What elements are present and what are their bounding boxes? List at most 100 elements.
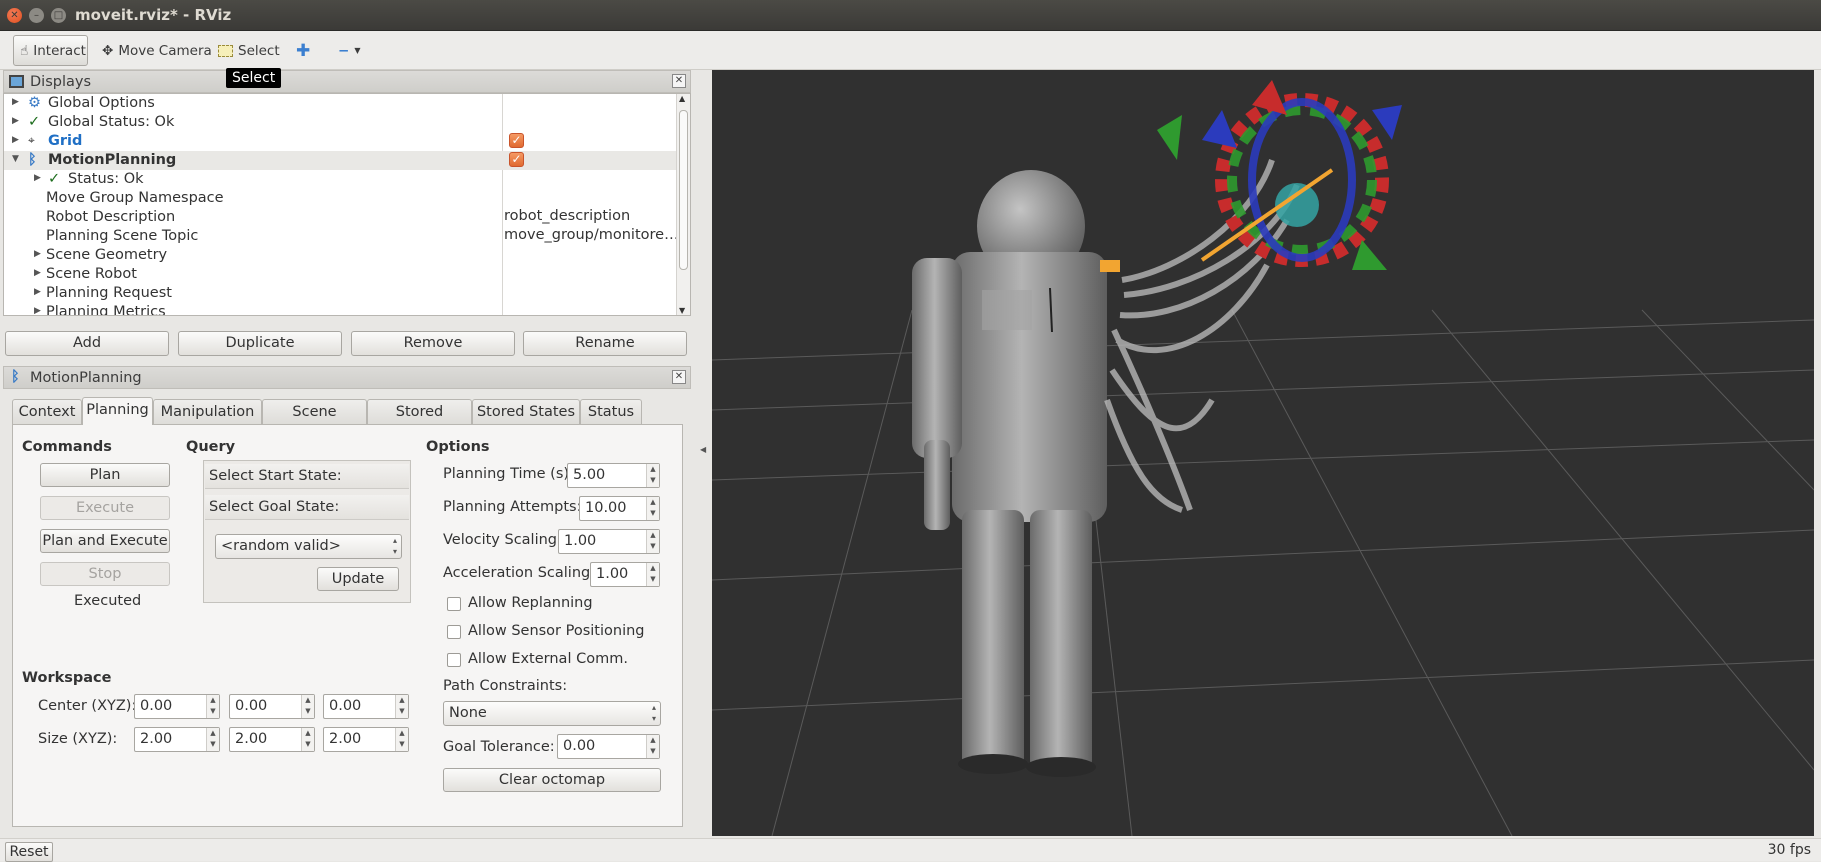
spin-arrows-icon[interactable]: ▲ ▼ bbox=[646, 497, 659, 520]
acceleration-scaling-value: 1.00 bbox=[596, 566, 629, 582]
tab-context[interactable]: Context bbox=[12, 399, 82, 425]
path-constraints-combo[interactable]: None ▴ ▾ bbox=[443, 701, 661, 726]
center-z-spinbox[interactable]: 0.00 ▲ ▼ bbox=[323, 694, 409, 719]
select-goal-state-row[interactable]: Select Goal State: bbox=[205, 495, 409, 520]
spin-arrows-icon[interactable]: ▲ ▼ bbox=[646, 530, 659, 553]
tree-row-value[interactable]: robot_description bbox=[504, 208, 630, 227]
window-minimize-button[interactable]: – bbox=[29, 8, 44, 23]
close-icon[interactable]: ✕ bbox=[672, 74, 686, 88]
spin-arrows-icon[interactable]: ▲ ▼ bbox=[301, 728, 314, 751]
center-y-spinbox[interactable]: 0.00 ▲ ▼ bbox=[229, 694, 315, 719]
scene-render bbox=[712, 80, 1814, 836]
tree-row-planning-metrics[interactable]: ▶ Planning Metrics bbox=[4, 303, 677, 315]
goal-state-combo[interactable]: <random valid> ▴ ▾ bbox=[215, 534, 402, 559]
clear-octomap-button[interactable]: Clear octomap bbox=[443, 768, 661, 792]
tree-row-value[interactable]: move_group/monitore… bbox=[504, 227, 679, 246]
tree-row-status[interactable]: ▶ ✓ Status: Ok bbox=[4, 170, 677, 189]
expand-arrow-icon[interactable]: ▶ bbox=[12, 135, 19, 145]
allow-external-comm-checkbox[interactable] bbox=[447, 653, 461, 667]
motion-planning-enabled-checkbox[interactable]: ✓ bbox=[509, 151, 524, 170]
center-x-spinbox[interactable]: 0.00 ▲ ▼ bbox=[134, 694, 220, 719]
tree-row-label: Global Options bbox=[48, 95, 155, 111]
reset-button[interactable]: Reset bbox=[5, 842, 53, 862]
plan-and-execute-button[interactable]: Plan and Execute bbox=[40, 529, 170, 553]
tab-status[interactable]: Status bbox=[580, 399, 642, 425]
remove-tool-button[interactable]: − ▼ bbox=[332, 35, 366, 66]
tab-stored-scenes[interactable]: Stored Scenes bbox=[367, 399, 472, 444]
spin-arrows-icon[interactable]: ▲ ▼ bbox=[646, 563, 659, 586]
3d-viewport[interactable] bbox=[712, 70, 1814, 836]
expand-arrow-icon[interactable]: ▶ bbox=[34, 173, 41, 183]
select-label: Select bbox=[238, 42, 280, 59]
expand-arrow-icon[interactable]: ▶ bbox=[34, 268, 41, 278]
tree-scrollbar[interactable]: ▲ ▼ bbox=[676, 94, 690, 315]
collapse-panel-arrow-icon[interactable]: ◀ bbox=[700, 445, 706, 454]
tree-row-scene-geometry[interactable]: ▶ Scene Geometry bbox=[4, 246, 677, 265]
displays-tree: ▶ ⚙ Global Options ▶ ✓ Global Status: Ok… bbox=[3, 93, 691, 316]
size-x-spinbox[interactable]: 2.00 ▲ ▼ bbox=[134, 727, 220, 752]
size-xyz-label: Size (XYZ): bbox=[38, 731, 118, 747]
tree-row-robot-description[interactable]: Robot Description robot_description bbox=[4, 208, 677, 227]
spin-arrows-icon[interactable]: ▲ ▼ bbox=[646, 464, 659, 487]
tree-row-motion-planning[interactable]: ▼ ᛒ MotionPlanning ✓ bbox=[4, 151, 677, 170]
status-bar: Reset 30 fps bbox=[0, 838, 1821, 862]
window-close-button[interactable]: ✕ bbox=[7, 8, 22, 23]
planning-time-spinbox[interactable]: 5.00 ▲ ▼ bbox=[567, 463, 660, 488]
spin-arrows-icon[interactable]: ▲ ▼ bbox=[206, 728, 219, 751]
tree-row-global-status[interactable]: ▶ ✓ Global Status: Ok bbox=[4, 113, 677, 132]
tree-row-global-options[interactable]: ▶ ⚙ Global Options bbox=[4, 94, 677, 113]
spin-arrows-icon[interactable]: ▲ ▼ bbox=[301, 695, 314, 718]
spin-arrows-icon[interactable]: ▲ ▼ bbox=[206, 695, 219, 718]
expand-arrow-icon[interactable]: ▶ bbox=[34, 287, 41, 297]
move-camera-tool-button[interactable]: ✥ Move Camera bbox=[96, 35, 218, 66]
expand-arrow-icon[interactable]: ▶ bbox=[12, 116, 19, 126]
tree-row-move-group-namespace[interactable]: Move Group Namespace bbox=[4, 189, 677, 208]
plan-button[interactable]: Plan bbox=[40, 463, 170, 487]
allow-sensor-positioning-checkbox[interactable] bbox=[447, 625, 461, 639]
collapse-arrow-icon[interactable]: ▼ bbox=[12, 154, 19, 164]
scroll-up-icon[interactable]: ▲ bbox=[679, 94, 685, 103]
execute-button[interactable]: Execute bbox=[40, 496, 170, 520]
tree-row-planning-scene-topic[interactable]: Planning Scene Topic move_group/monitore… bbox=[4, 227, 679, 246]
expand-arrow-icon[interactable]: ▶ bbox=[34, 249, 41, 259]
interact-tool-button[interactable]: ☝ Interact bbox=[13, 35, 88, 66]
remove-display-button[interactable]: Remove bbox=[351, 331, 515, 356]
add-tool-button[interactable]: ✚ bbox=[290, 35, 316, 66]
select-start-state-row[interactable]: Select Start State: bbox=[205, 464, 409, 489]
expand-arrow-icon[interactable]: ▶ bbox=[12, 97, 19, 107]
rename-display-button[interactable]: Rename bbox=[523, 331, 687, 356]
spin-arrows-icon[interactable]: ▲ ▼ bbox=[395, 695, 408, 718]
spin-arrows-icon[interactable]: ▲ ▼ bbox=[395, 728, 408, 751]
goal-tolerance-value: 0.00 bbox=[563, 738, 596, 754]
select-tool-button[interactable]: Select bbox=[212, 35, 286, 66]
tab-scene-objects[interactable]: Scene Objects bbox=[262, 399, 367, 444]
tree-row-grid[interactable]: ▶ ⌖ Grid ✓ bbox=[4, 132, 677, 151]
goal-tolerance-spinbox[interactable]: 0.00 ▲ ▼ bbox=[557, 734, 660, 759]
window-maximize-button[interactable]: □ bbox=[51, 8, 66, 23]
duplicate-display-button[interactable]: Duplicate bbox=[178, 331, 342, 356]
center-xyz-label: Center (XYZ): bbox=[38, 698, 137, 714]
spin-arrows-icon[interactable]: ▲ ▼ bbox=[646, 735, 659, 758]
acceleration-scaling-spinbox[interactable]: 1.00 ▲ ▼ bbox=[590, 562, 660, 587]
velocity-scaling-spinbox[interactable]: 1.00 ▲ ▼ bbox=[558, 529, 660, 554]
tree-row-scene-robot[interactable]: ▶ Scene Robot bbox=[4, 265, 677, 284]
grid-enabled-checkbox[interactable]: ✓ bbox=[509, 132, 524, 151]
size-z-spinbox[interactable]: 2.00 ▲ ▼ bbox=[323, 727, 409, 752]
tree-row-label: Grid bbox=[48, 133, 83, 149]
stop-button[interactable]: Stop bbox=[40, 562, 170, 586]
checkmark-icon: ✓ bbox=[28, 114, 41, 130]
tab-stored-states[interactable]: Stored States bbox=[472, 399, 580, 425]
update-button[interactable]: Update bbox=[317, 567, 399, 591]
tree-row-planning-request[interactable]: ▶ Planning Request bbox=[4, 284, 677, 303]
expand-arrow-icon[interactable]: ▶ bbox=[34, 306, 41, 315]
add-display-button[interactable]: Add bbox=[5, 331, 169, 356]
close-icon[interactable]: ✕ bbox=[672, 370, 686, 384]
tree-row-label: Planning Request bbox=[46, 285, 172, 301]
planning-attempts-spinbox[interactable]: 10.00 ▲ ▼ bbox=[579, 496, 660, 521]
scroll-down-icon[interactable]: ▼ bbox=[679, 306, 685, 315]
tab-manipulation[interactable]: Manipulation bbox=[153, 399, 262, 425]
tab-planning[interactable]: Planning bbox=[82, 397, 153, 425]
scrollbar-thumb[interactable] bbox=[679, 110, 688, 270]
allow-replanning-checkbox[interactable] bbox=[447, 597, 461, 611]
size-y-spinbox[interactable]: 2.00 ▲ ▼ bbox=[229, 727, 315, 752]
